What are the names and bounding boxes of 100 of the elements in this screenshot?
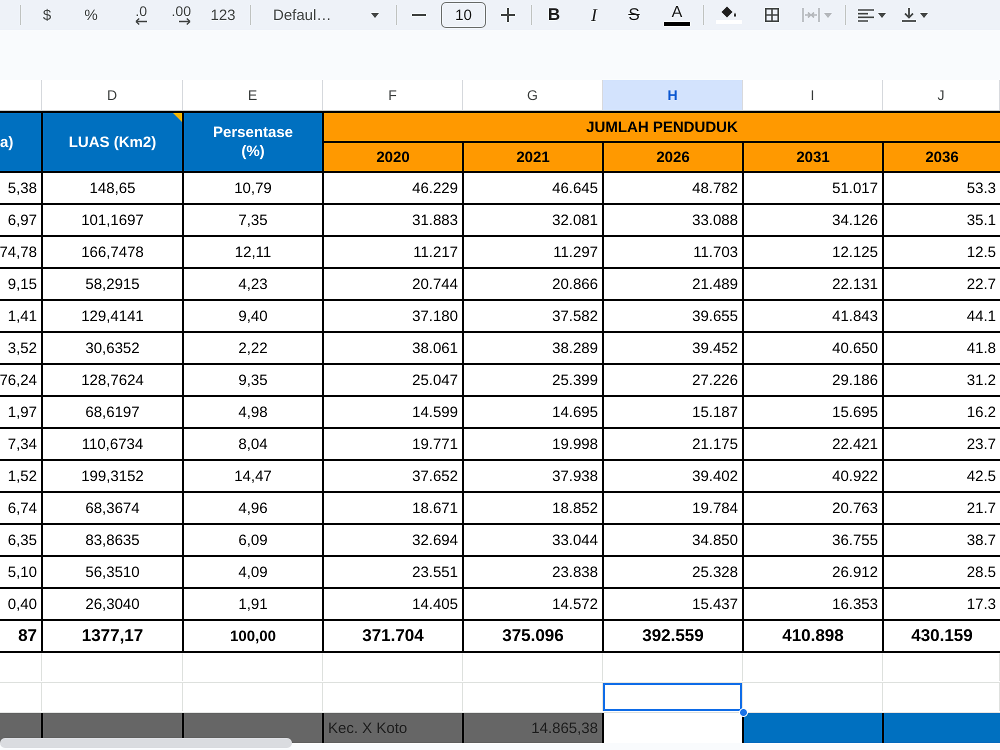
table-cell: 25.399 [464,365,602,395]
table-cell: 33.044 [464,525,602,555]
table-cell: 31.2 [884,365,1000,395]
table-cell: 12,11 [184,237,322,267]
table-cell: 39.402 [604,461,742,491]
number-format-button[interactable]: 123 [205,2,241,28]
table-cell: 4,23 [184,269,322,299]
percent-button[interactable]: % [73,2,109,28]
table-cell: 76,24 [0,365,41,395]
table-cell: 166,7478 [43,237,182,267]
table-cell: 6,97 [0,205,41,235]
fill-handle[interactable] [739,708,748,717]
table-cell: 21.7 [884,493,1000,523]
header-cell: 2031 [744,143,882,171]
table-cell: 46.229 [324,173,462,203]
table-cell: 87 [0,621,41,651]
table-cell: 392.559 [604,621,742,651]
table-cell: 68,6197 [43,397,182,427]
strikethrough-button[interactable]: S [620,2,648,28]
table-cell: 101,1697 [43,205,182,235]
table-cell: 0,40 [0,589,41,619]
table-cell: 38.289 [464,333,602,363]
merge-icon [802,8,820,22]
minus-icon [412,14,426,16]
table-cell: 44.1 [884,301,1000,331]
table-cell: 12.125 [744,237,882,267]
table-cell: 30,6352 [43,333,182,363]
table-cell: 38.7 [884,525,1000,555]
table-cell: 128,7624 [43,365,182,395]
italic-button[interactable]: I [580,2,608,28]
table-cell: 19.998 [464,429,602,459]
table-cell: 23.7 [884,429,1000,459]
header-cell: 2026 [604,143,742,171]
table-cell: 199,3152 [43,461,182,491]
table-cell: 9,40 [184,301,322,331]
table-cell: 58,2915 [43,269,182,299]
scrollbar-thumb[interactable] [0,738,292,748]
table-cell: 1,97 [0,397,41,427]
table-cell: 6,35 [0,525,41,555]
table-cell: 4,96 [184,493,322,523]
table-cell: Kec. X Koto [324,713,462,743]
currency-button[interactable]: $ [29,2,65,28]
table-cell: 14,47 [184,461,322,491]
table-cell: 148,65 [43,173,182,203]
table-cell: 68,3674 [43,493,182,523]
table-cell: 7,34 [0,429,41,459]
table-cell: 41.843 [744,301,882,331]
table-cell: 100,00 [184,621,322,651]
table-cell: 37.652 [324,461,462,491]
table-cell: 20.744 [324,269,462,299]
arrow-left-icon [135,18,147,25]
table-cell: 41.8 [884,333,1000,363]
table-cell: 375.096 [464,621,602,651]
bold-button[interactable]: B [540,2,568,28]
selected-cell[interactable] [603,683,743,711]
table-cell: 3,52 [0,333,41,363]
table-cell: 4,98 [184,397,322,427]
table-cell: 28.5 [884,557,1000,587]
table-cell: 16.353 [744,589,882,619]
table-cell: 40.922 [744,461,882,491]
table-cell: 38.061 [324,333,462,363]
align-bottom-icon [902,8,916,22]
table-cell: 11.217 [324,237,462,267]
table-cell: 11.703 [604,237,742,267]
table-cell: 12.5 [884,237,1000,267]
table-cell: 2,22 [184,333,322,363]
decrease-decimal-button[interactable]: .0 [117,2,153,28]
table-cell: 56,3510 [43,557,182,587]
table-cell: 16.2 [884,397,1000,427]
column-header[interactable]: H [603,80,743,110]
font-size-field[interactable]: 10 [441,2,486,28]
table-cell: 27.226 [604,365,742,395]
table-cell: 25.047 [324,365,462,395]
table-cell: 48.782 [604,173,742,203]
table-cell: 42.5 [884,461,1000,491]
table-cell: 33.088 [604,205,742,235]
table-cell: 110,6734 [43,429,182,459]
table-cell: 22.7 [884,269,1000,299]
header-cell: a) [0,113,41,171]
table-cell: 22.421 [744,429,882,459]
table-cell: 20.763 [744,493,882,523]
increase-decimal-button[interactable]: .00 [161,2,197,28]
table-cell: 14.599 [324,397,462,427]
table-cell: 37.582 [464,301,602,331]
text-color-button[interactable]: A [660,2,694,28]
table-cell: 18.671 [324,493,462,523]
caret-icon [878,12,886,18]
table-cell: 46.645 [464,173,602,203]
table-cell: 74,78 [0,237,41,267]
table-cell: 29.186 [744,365,882,395]
table-cell: 26.912 [744,557,882,587]
table-cell: 20.866 [464,269,602,299]
table-cell: 10,79 [184,173,322,203]
table-cell: 34.126 [744,205,882,235]
table-cell: 7,35 [184,205,322,235]
table-cell: 32.081 [464,205,602,235]
table-cell: 6,74 [0,493,41,523]
font-dropdown[interactable]: Defaul… [259,2,387,28]
table-cell: 37.180 [324,301,462,331]
table-cell: 32.694 [324,525,462,555]
